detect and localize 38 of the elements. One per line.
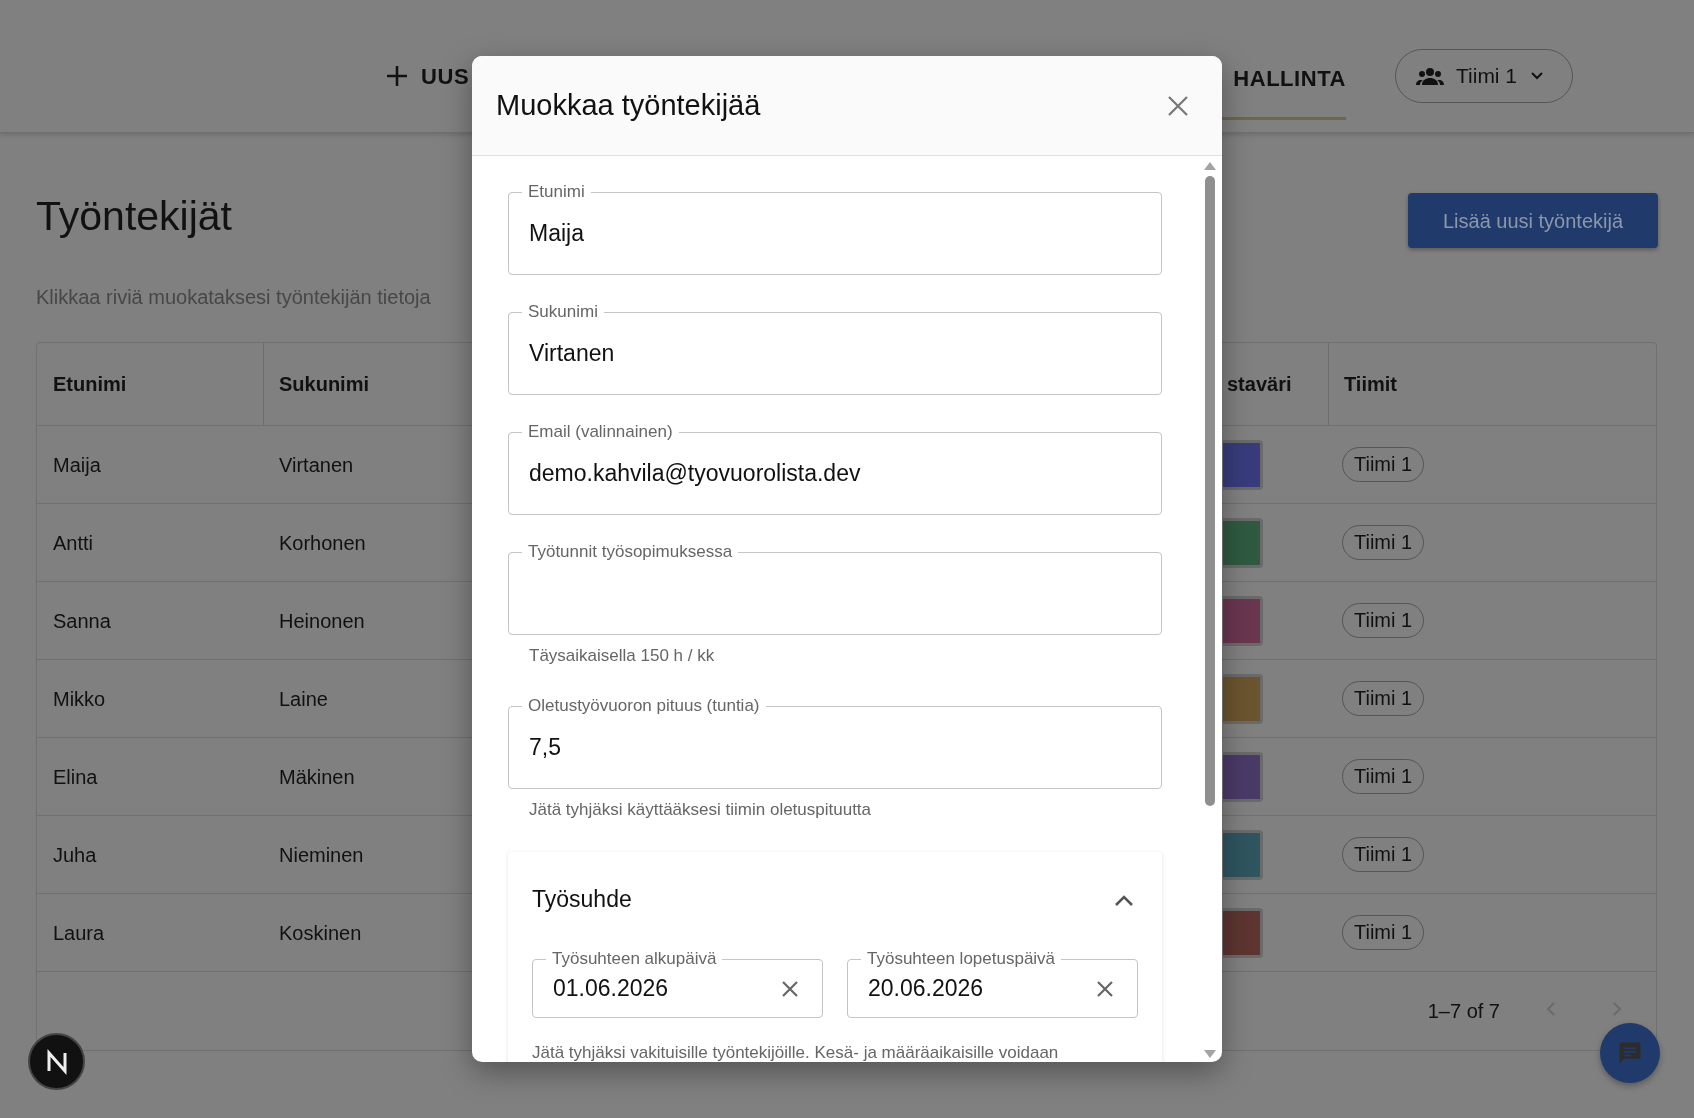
close-icon <box>1166 93 1190 118</box>
helper-text: Jätä tyhjäksi vakituisille työntekijöille. Kesä- ja määräaikaisille voidaan <box>532 1042 1060 1062</box>
close-icon <box>1096 979 1114 998</box>
dev-tools-button[interactable] <box>28 1033 85 1090</box>
column-header: staväri <box>1227 372 1292 397</box>
page-subtitle: Klikkaa riviä muokataksesi työntekijän tietoja <box>36 285 431 310</box>
page-title: Työntekijät <box>36 192 232 240</box>
table-cell: Juha <box>53 843 97 866</box>
dialog-title: Muokkaa työntekijää <box>496 87 761 123</box>
scroll-down-icon <box>1204 1050 1216 1058</box>
pagination-label: 1–7 of 7 <box>1427 999 1500 1024</box>
close-icon <box>781 979 799 998</box>
scrollbar-thumb[interactable] <box>1205 176 1215 806</box>
chat-button[interactable] <box>1600 1023 1660 1083</box>
table-cell: Mikko <box>53 687 106 710</box>
table-cell: Nieminen <box>279 843 364 866</box>
helper-text: Täysaikaisella 150 h / kk <box>529 645 716 667</box>
table-cell: Mäkinen <box>279 765 355 788</box>
table-cell: Antti <box>53 531 94 554</box>
table-cell: Korhonen <box>279 531 366 554</box>
helper-text: Jätä tyhjäksi käyttääksesi tiimin oletuspituutta <box>529 798 873 821</box>
section-header[interactable]: Työsuhde <box>532 852 1138 947</box>
column-header: Etunimi <box>53 372 127 397</box>
people-icon <box>1416 66 1444 86</box>
table-cell: Laura <box>53 921 105 944</box>
table-cell: Heinonen <box>279 609 365 632</box>
table-cell: Laine <box>279 687 328 710</box>
column-header: Sukunimi <box>279 372 369 397</box>
plus-icon <box>385 64 409 88</box>
scroll-up-icon <box>1204 162 1216 170</box>
table-cell: Koskinen <box>279 921 362 944</box>
table-cell: Maija <box>53 453 101 476</box>
add-employee-button[interactable]: Lisää uusi työntekijä <box>1408 193 1658 248</box>
table-cell: Virtanen <box>279 453 354 476</box>
column-header: Tiimit <box>1344 372 1397 397</box>
new-button[interactable]: UUS <box>385 51 470 101</box>
table-cell: Elina <box>53 765 98 788</box>
table-cell: Sanna <box>53 609 111 632</box>
